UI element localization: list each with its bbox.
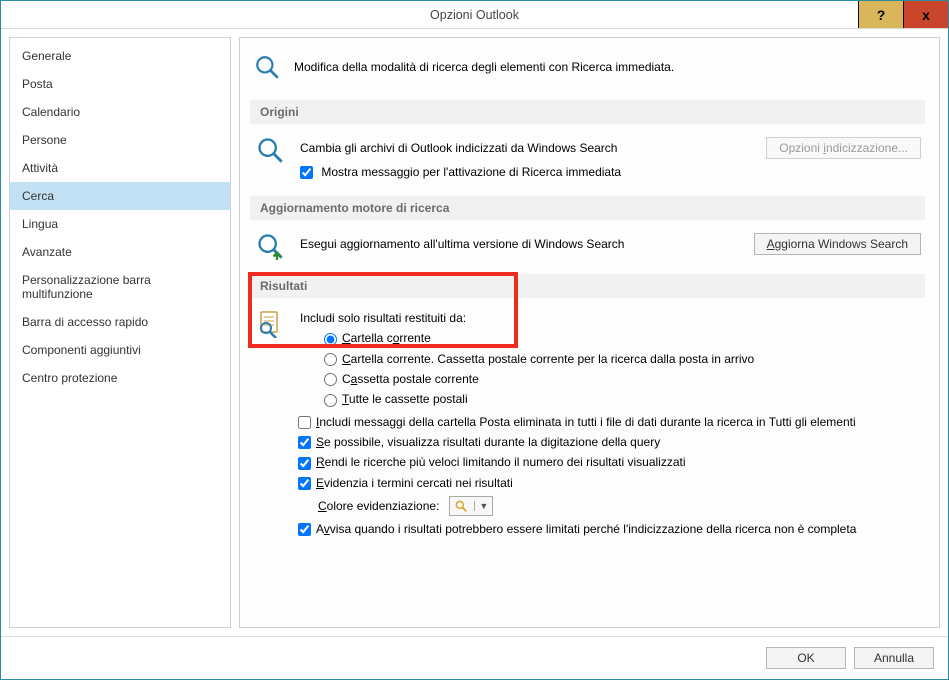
- aggiornamento-icon: [254, 230, 286, 260]
- dropdown-caret-icon: ▼: [474, 501, 488, 511]
- help-button[interactable]: ?: [858, 1, 903, 28]
- origini-icon: [254, 134, 286, 164]
- sidebar-item-cerca[interactable]: Cerca: [10, 182, 230, 210]
- highlight-color-icon: [454, 499, 468, 513]
- dialog-footer: OK Annulla: [1, 636, 948, 679]
- sidebar-item-avanzate[interactable]: Avanzate: [10, 238, 230, 266]
- update-windows-search-button[interactable]: Aggiorna Windows Search: [754, 233, 921, 255]
- sidebar-item-lingua[interactable]: Lingua: [10, 210, 230, 238]
- sidebar-item-posta[interactable]: Posta: [10, 70, 230, 98]
- check-include-deleted[interactable]: Includi messaggi della cartella Posta el…: [298, 415, 856, 429]
- section-origini: Cambia gli archivi di Outlook indicizzat…: [250, 124, 925, 190]
- sidebar-item-generale[interactable]: Generale: [10, 42, 230, 70]
- highlight-color-picker[interactable]: ▼: [449, 496, 493, 516]
- section-risultati: Includi solo risultati restituiti da: Ca…: [250, 298, 925, 411]
- sidebar-item-calendario[interactable]: Calendario: [10, 98, 230, 126]
- risultati-icon: [254, 308, 286, 338]
- section-header-origini: Origini: [250, 100, 925, 124]
- check-warn-incomplete-index[interactable]: Avvisa quando i risultati potrebbero ess…: [298, 522, 856, 536]
- radio-current-folder-inbox[interactable]: Cartella corrente. Cassetta postale corr…: [324, 352, 754, 366]
- radio-all-mailboxes[interactable]: Tutte le cassette postali: [324, 392, 468, 406]
- sidebar-item-addins[interactable]: Componenti aggiuntivi: [10, 336, 230, 364]
- outlook-options-window: Opzioni Outlook ? x Generale Posta Calen…: [0, 0, 949, 680]
- sidebar-item-trustcenter[interactable]: Centro protezione: [10, 364, 230, 392]
- title-controls: ? x: [858, 1, 948, 28]
- sidebar-item-persone[interactable]: Persone: [10, 126, 230, 154]
- cancel-button[interactable]: Annulla: [854, 647, 934, 669]
- body: Generale Posta Calendario Persone Attivi…: [1, 29, 948, 636]
- ok-button[interactable]: OK: [766, 647, 846, 669]
- main-panel: Modifica della modalità di ricerca degli…: [239, 37, 940, 628]
- intro-text: Modifica della modalità di ricerca degli…: [294, 60, 674, 74]
- close-button[interactable]: x: [903, 1, 948, 28]
- sidebar-item-quickaccess[interactable]: Barra di accesso rapido: [10, 308, 230, 336]
- show-activation-msg-checkbox[interactable]: Mostra messaggio per l'attivazione di Ri…: [300, 165, 621, 179]
- sidebar: Generale Posta Calendario Persone Attivi…: [9, 37, 231, 628]
- check-show-while-typing[interactable]: Se possibile, visualizza risultati duran…: [298, 435, 660, 449]
- section-header-aggiornamento: Aggiornamento motore di ricerca: [250, 196, 925, 220]
- check-highlight-terms[interactable]: Evidenzia i termini cercati nei risultat…: [298, 476, 513, 490]
- radio-current-mailbox[interactable]: Cassetta postale corrente: [324, 372, 479, 386]
- origini-row1-text: Cambia gli archivi di Outlook indicizzat…: [300, 141, 617, 155]
- window-title: Opzioni Outlook: [430, 8, 519, 22]
- sidebar-item-attivita[interactable]: Attività: [10, 154, 230, 182]
- show-activation-msg-input[interactable]: [300, 166, 313, 179]
- radio-current-folder[interactable]: Cartella corrente: [324, 331, 431, 345]
- intro-row: Modifica della modalità di ricerca degli…: [250, 48, 925, 94]
- section-header-risultati: Risultati: [250, 274, 925, 298]
- indexing-options-button: Opzioni indicizzazione...: [766, 137, 921, 159]
- section-aggiornamento: Esegui aggiornamento all'ultima versione…: [250, 220, 925, 268]
- aggiornamento-row1-text: Esegui aggiornamento all'ultima versione…: [300, 237, 624, 251]
- sidebar-item-ribbon[interactable]: Personalizzazione barra multifunzione: [10, 266, 230, 308]
- risultati-intro: Includi solo risultati restituiti da:: [300, 311, 466, 325]
- highlight-color-label: Colore evidenziazione:: [318, 499, 439, 513]
- check-limit-results[interactable]: Rendi le ricerche più veloci limitando i…: [298, 455, 686, 469]
- titlebar: Opzioni Outlook ? x: [1, 1, 948, 29]
- search-icon: [254, 54, 280, 80]
